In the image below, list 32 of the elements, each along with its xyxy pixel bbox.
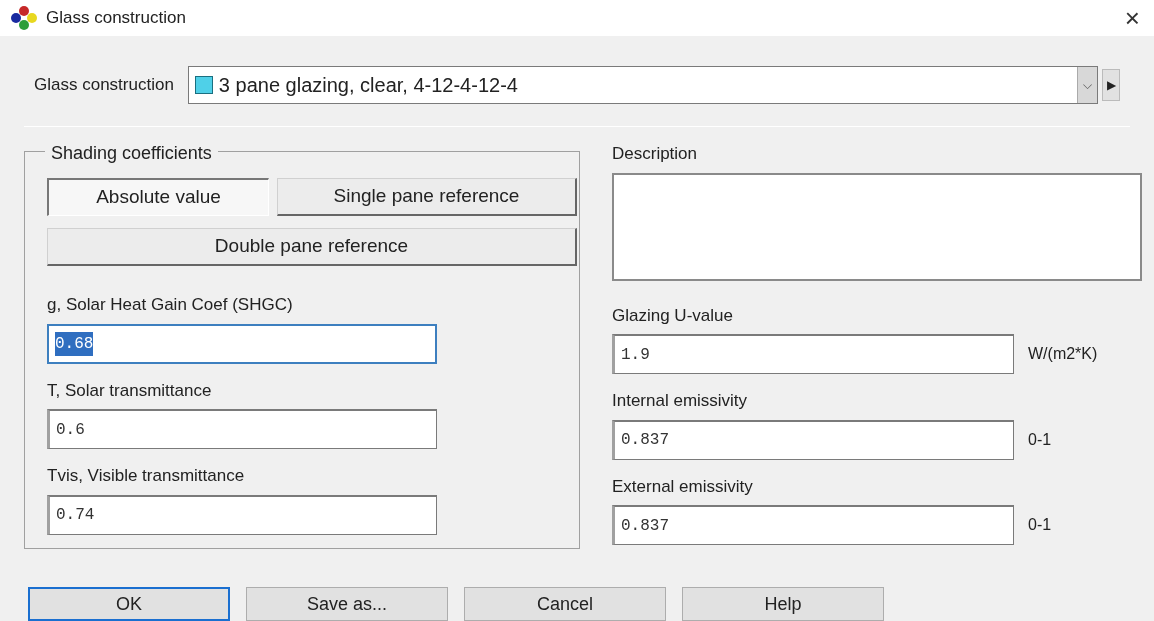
field-label: External emissivity xyxy=(612,475,754,498)
field-label: Glass construction xyxy=(34,74,174,97)
unit-label: W/(m2*K) xyxy=(1028,344,1098,364)
input-field[interactable]: 0.74 xyxy=(47,494,437,535)
field-label: Description xyxy=(612,143,699,165)
unit-label: 0-1 xyxy=(1028,429,1052,450)
field-label: Internal emissivity xyxy=(612,390,749,412)
dialog-button[interactable]: Help xyxy=(682,587,884,621)
app-icon xyxy=(10,5,38,31)
field-label: Glazing U-value xyxy=(612,304,734,327)
glass-swatch-icon xyxy=(194,76,213,94)
dialog-button[interactable]: OK xyxy=(28,587,230,621)
description-field[interactable] xyxy=(612,172,1142,281)
dropdown-field[interactable]: 3 pane glazing, clear, 4-12-4-12-4 ⌵ xyxy=(187,66,1098,104)
unit-label: 0-1 xyxy=(1028,515,1052,535)
field-label: g, Solar Heat Gain Coef (SHGC) xyxy=(47,294,294,316)
field-label: T, Solar transmittance xyxy=(47,379,213,402)
field-label: Tvis, Visible transmittance xyxy=(47,465,246,487)
dialog-button[interactable]: Cancel xyxy=(464,587,666,621)
tab-button[interactable]: Double pane reference xyxy=(47,228,577,266)
window-title: Glass construction xyxy=(46,7,186,30)
dialog-button[interactable]: Save as... xyxy=(246,587,448,621)
dropdown-value: 3 pane glazing, clear, 4-12-4-12-4 xyxy=(218,73,519,98)
next-button[interactable]: ▶ xyxy=(1102,69,1120,101)
input-field[interactable]: 0.837 xyxy=(612,505,1014,545)
input-field[interactable]: 1.9 xyxy=(612,334,1014,374)
input-field[interactable]: 0.837 xyxy=(612,419,1014,460)
close-button[interactable]: × xyxy=(1120,5,1144,31)
tab-button[interactable]: Absolute value xyxy=(47,178,269,216)
tab-button[interactable]: Single pane reference xyxy=(277,178,577,216)
input-field[interactable]: 0.68 xyxy=(47,323,437,364)
input-field[interactable]: 0.6 xyxy=(47,409,437,449)
